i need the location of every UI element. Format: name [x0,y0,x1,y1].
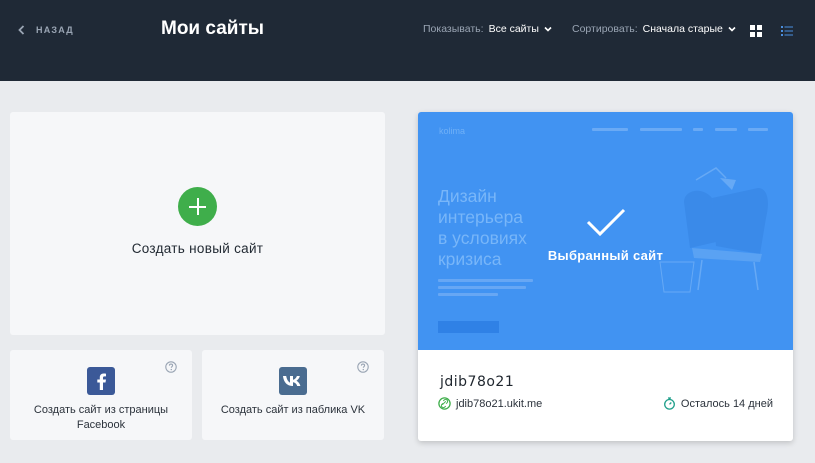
help-icon[interactable] [165,361,177,373]
site-name: jdib78o21 [440,374,515,390]
create-site-card[interactable]: Создать новый сайт [10,112,385,335]
create-from-vk-label: Создать сайт из паблика VK [220,404,366,416]
preview-nav-item [715,128,737,131]
show-filter-dropdown[interactable]: Показывать: Все сайты [423,23,553,35]
chevron-down-icon [728,26,736,32]
preview-text-line [438,286,526,289]
sort-label: Сортировать: [572,23,638,35]
preview-headline-line: интерьера [438,207,524,227]
time-left: Осталось 14 дней [663,397,773,410]
facebook-icon [87,367,115,395]
show-filter-value: Все сайты [488,23,539,35]
create-from-facebook-label: Создать сайт из страницы Facebook [33,404,169,431]
checkmark-icon [586,208,626,237]
chevron-left-icon [18,25,25,35]
preview-nav-item [592,128,628,131]
preview-nav-item [748,128,768,131]
grid-view-icon[interactable] [749,24,763,38]
site-url-link[interactable]: jdib78o21.ukit.me [438,397,542,410]
page-title: Мои сайты [161,18,264,39]
preview-nav-item [640,128,682,131]
chair-illustration-icon [659,167,768,293]
site-preview[interactable]: kolima Дизайн интерьера в условиях кризи… [418,112,793,350]
show-filter-label: Показывать: [423,23,484,35]
preview-nav-item [693,128,703,131]
preview-text-line [438,279,533,282]
chevron-down-icon [544,26,552,32]
sort-dropdown[interactable]: Сортировать: Сначала старые [572,23,737,35]
top-bar: НАЗАД Мои сайты Показывать: Все сайты Со… [0,0,815,81]
vk-icon [279,367,307,395]
preview-headline-line: Дизайн [438,186,497,206]
sort-value: Сначала старые [642,23,723,35]
preview-logo: kolima [439,126,466,136]
plus-circle-icon [178,187,217,226]
time-left-text: Осталось 14 дней [680,397,773,410]
list-view-icon[interactable] [780,24,794,38]
link-icon [438,397,451,410]
preview-text-line [438,293,498,296]
selected-site-label: Выбранный сайт [547,248,664,263]
create-from-vk-card[interactable]: Создать сайт из паблика VK [202,350,384,440]
preview-headline-line: в условиях [438,228,527,248]
create-from-facebook-card[interactable]: Создать сайт из страницы Facebook [10,350,192,440]
timer-icon [663,397,675,410]
create-site-label: Создать новый сайт [131,241,264,256]
back-button[interactable]: НАЗАД [16,24,74,36]
site-card: kolima Дизайн интерьера в условиях кризи… [418,112,793,441]
site-url-text: jdib78o21.ukit.me [456,397,543,410]
preview-button [438,321,499,333]
back-label: НАЗАД [36,25,74,35]
help-icon[interactable] [357,361,369,373]
